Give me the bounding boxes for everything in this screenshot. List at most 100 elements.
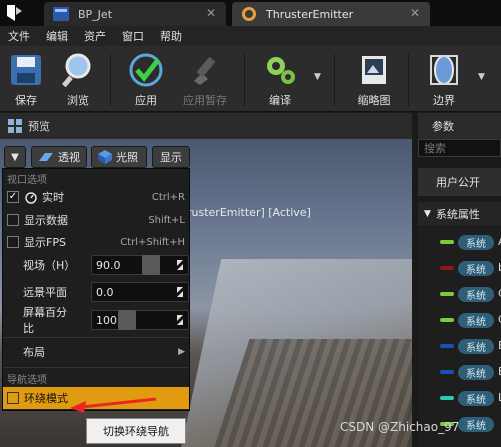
system-property-row[interactable]: 系统E: [418, 334, 501, 358]
apply-label: 应用: [135, 94, 157, 107]
orbit-mode-tooltip: 切换环绕导航: [86, 418, 186, 444]
fov-row: 视场（H） 90.0: [3, 254, 189, 276]
slider-handle[interactable]: [118, 310, 136, 330]
compile-dropdown-icon[interactable]: ▼: [314, 72, 321, 82]
chevron-down-icon: ▼: [11, 151, 19, 163]
menu-asset[interactable]: 资产: [76, 28, 114, 44]
system-property-row[interactable]: 系统b: [418, 256, 501, 280]
tab-label: BP_Jet: [78, 7, 113, 21]
orbit-mode-checkbox[interactable]: [7, 392, 19, 404]
thumbnail-label: 缩略图: [357, 94, 391, 107]
layout-item[interactable]: 布局 ▶: [3, 341, 189, 363]
screen-percentage-input[interactable]: 100: [91, 310, 189, 330]
pin-type-icon: [440, 266, 454, 270]
perspective-icon: [39, 153, 53, 161]
menu-bar: 文件 编辑 资产 窗口 帮助: [0, 26, 501, 46]
menu-window[interactable]: 窗口: [114, 28, 152, 44]
realtime-icon: [25, 192, 37, 204]
pin-type-icon: [440, 344, 454, 348]
system-badge: 系统: [458, 287, 494, 302]
blueprint-icon: [53, 7, 69, 21]
show-fps-shortcut: Ctrl+Shift+H: [120, 236, 185, 248]
show-fps-label: 显示FPS: [24, 236, 66, 249]
show-button[interactable]: 显示: [152, 146, 190, 168]
viewport-options-menu: 视口选项 ✓ 实时 Ctrl+R 显示数据 Shift+L 显示FPS Ctrl…: [2, 168, 190, 411]
bounds-button[interactable]: 边界: [422, 50, 466, 110]
tab-label: ThrusterEmitter: [266, 7, 354, 21]
system-property-row[interactable]: 系统C: [418, 308, 501, 332]
unreal-logo-icon[interactable]: [2, 2, 26, 24]
cube-icon: [98, 150, 112, 164]
tab-thruster-emitter[interactable]: ThrusterEmitter ✕: [232, 2, 430, 26]
lit-label: 光照: [116, 151, 138, 164]
far-plane-input[interactable]: 0.0: [91, 282, 189, 302]
pin-type-icon: [440, 240, 454, 244]
system-badge: 系统: [458, 339, 494, 354]
system-badge: 系统: [458, 365, 494, 380]
chevron-right-icon: ▶: [178, 347, 185, 357]
bounds-dropdown-icon[interactable]: ▼: [478, 72, 485, 82]
screen-percentage-row: 屏幕百分比 100: [3, 306, 189, 335]
tooltip-text: 切换环绕导航: [103, 425, 169, 438]
pin-type-icon: [440, 396, 454, 400]
tab-bp-jet[interactable]: BP_Jet ✕: [44, 2, 226, 26]
gears-icon: [267, 57, 295, 84]
show-fps-checkbox[interactable]: [7, 236, 19, 248]
fov-input[interactable]: 90.0: [91, 255, 189, 275]
chevron-down-icon: ▼: [424, 209, 431, 219]
realtime-checkbox[interactable]: ✓: [7, 191, 19, 203]
menu-divider: [3, 367, 189, 368]
system-badge: 系统: [458, 417, 494, 432]
close-icon[interactable]: ✕: [410, 6, 420, 20]
show-stats-label: 显示数据: [24, 214, 68, 227]
title-bar: BP_Jet ✕ ThrusterEmitter ✕: [0, 0, 501, 26]
show-fps-item[interactable]: 显示FPS Ctrl+Shift+H: [3, 231, 189, 253]
system-property-row[interactable]: 系统L: [418, 386, 501, 410]
parameters-search-input[interactable]: 搜索: [418, 139, 501, 157]
menu-edit[interactable]: 编辑: [38, 28, 76, 44]
system-badge: 系统: [458, 391, 494, 406]
apply-preview-label: 应用暂存: [183, 94, 227, 107]
system-property-row[interactable]: 系统A: [418, 230, 501, 254]
save-label: 保存: [15, 94, 37, 107]
annotation-arrow-icon: [70, 397, 157, 413]
menu-help[interactable]: 帮助: [152, 28, 190, 44]
slider-handle[interactable]: [142, 255, 160, 275]
apply-preview-button[interactable]: 应用暂存: [176, 50, 234, 110]
lit-mode-button[interactable]: 光照: [91, 146, 147, 168]
system-property-row[interactable]: 系统E: [418, 360, 501, 384]
viewport-options-button[interactable]: ▼: [4, 146, 26, 168]
resize-arrows-icon: [177, 287, 183, 297]
compile-label: 编译: [269, 94, 291, 107]
orbit-mode-label: 环绕模式: [24, 392, 68, 405]
user-exposed-section[interactable]: 用户公开: [418, 168, 501, 196]
layout-label: 布局: [23, 346, 45, 359]
preview-panel-title[interactable]: 预览: [28, 118, 50, 134]
realtime-shortcut: Ctrl+R: [151, 191, 185, 203]
show-stats-item[interactable]: 显示数据 Shift+L: [3, 209, 189, 231]
show-label: 显示: [160, 151, 182, 164]
perspective-button[interactable]: 透视: [31, 146, 87, 168]
realtime-item[interactable]: ✓ 实时 Ctrl+R: [3, 186, 189, 208]
apply-button[interactable]: 应用: [124, 50, 168, 110]
pin-type-icon: [440, 370, 454, 374]
viewport-overlay-text: rusterEmitter] [Active]: [187, 206, 311, 219]
menu-file[interactable]: 文件: [0, 28, 38, 44]
browse-button[interactable]: 浏览: [56, 50, 100, 110]
section-navigation-options: 导航选项: [7, 375, 47, 386]
thumbnail-button[interactable]: 缩略图: [350, 50, 398, 110]
system-property-row[interactable]: 系统C: [418, 282, 501, 306]
browse-label: 浏览: [67, 94, 89, 107]
system-properties-section[interactable]: ▼ 系统属性: [418, 202, 501, 226]
pin-type-icon: [440, 318, 454, 322]
parameters-panel-title[interactable]: 参数: [432, 118, 454, 134]
show-stats-checkbox[interactable]: [7, 214, 19, 226]
toolbar-divider: [110, 54, 111, 106]
compile-button[interactable]: 编译: [258, 50, 302, 110]
system-badge: 系统: [458, 313, 494, 328]
emitter-icon: [242, 7, 256, 21]
magnifier-icon: [61, 53, 91, 88]
parameters-panel-header: 参数: [418, 113, 501, 139]
close-icon[interactable]: ✕: [206, 6, 216, 20]
save-button[interactable]: 保存: [4, 50, 48, 110]
